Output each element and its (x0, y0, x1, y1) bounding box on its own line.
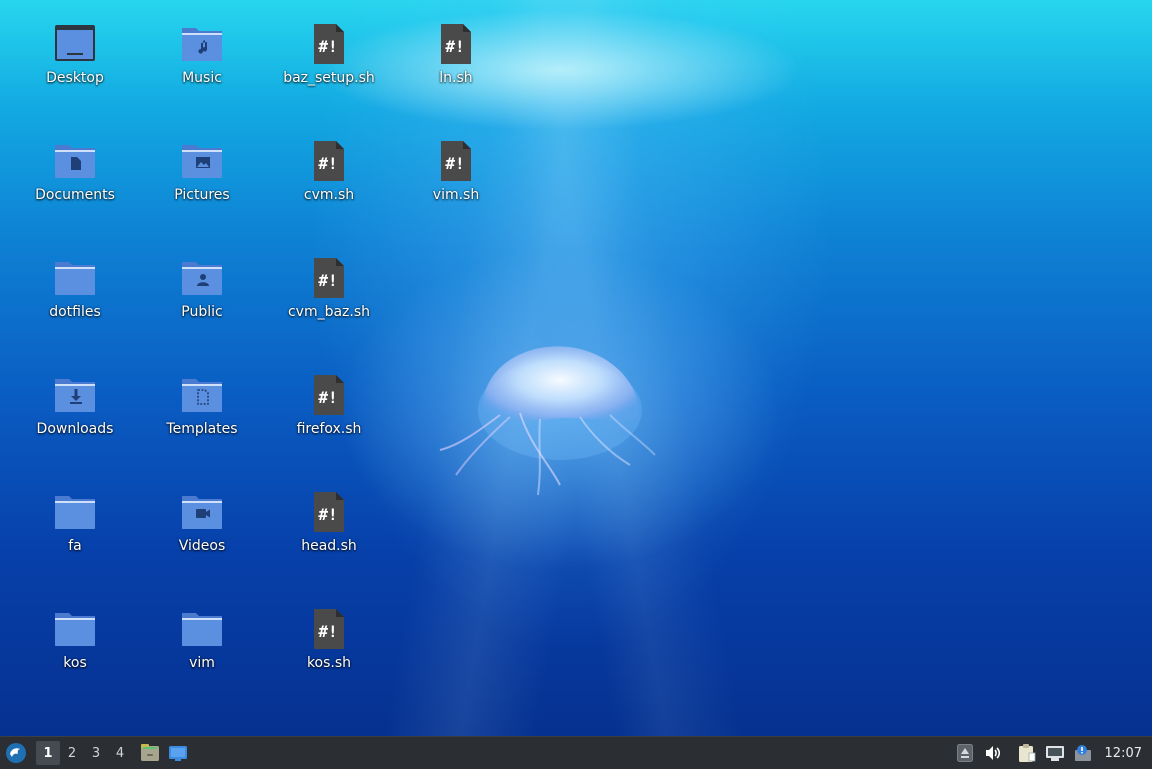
workspace-2-button[interactable]: 2 (60, 741, 84, 765)
desktop-icon[interactable]: #! cvm.sh (274, 139, 384, 239)
shell-script-icon: #! (434, 139, 478, 183)
desktop-icon-label: dotfiles (49, 304, 101, 320)
desktop-icon-label: Desktop (46, 70, 104, 86)
downloads-folder-icon (53, 373, 97, 417)
desktop-icon-label: Documents (35, 187, 115, 203)
workspace-3-button[interactable]: 3 (84, 741, 108, 765)
eject-icon (956, 744, 973, 762)
desktop-folder-icon (53, 22, 97, 66)
folder-icon (53, 256, 97, 300)
desktop-icon[interactable]: #! baz_setup.sh (274, 22, 384, 122)
show-desktop-icon (169, 746, 187, 761)
system-tray: 12:07 (951, 737, 1152, 769)
desktop-icon[interactable]: fa (20, 490, 130, 590)
jellyfish-wallpaper-image (439, 346, 656, 496)
svg-text:#!: #! (318, 154, 337, 173)
svg-text:#!: #! (445, 37, 464, 56)
pictures-folder-icon (180, 139, 224, 183)
show-desktop-button[interactable] (164, 739, 192, 767)
desktop-icon[interactable]: #! vim.sh (401, 139, 511, 239)
videos-folder-icon (180, 490, 224, 534)
desktop-icon[interactable]: vim (147, 607, 257, 707)
svg-text:#!: #! (318, 622, 337, 641)
network-icon (1045, 746, 1064, 761)
shell-script-icon: #! (307, 373, 351, 417)
eject-button[interactable] (951, 739, 979, 767)
desktop-icon[interactable]: kos (20, 607, 130, 707)
notification-icon (1074, 745, 1091, 761)
desktop-icon-label: head.sh (301, 538, 357, 554)
volume-icon (985, 746, 1000, 760)
desktop-icon[interactable]: #! kos.sh (274, 607, 384, 707)
bottom-panel: 1 2 3 4 12:07 (0, 736, 1152, 769)
desktop-icon[interactable]: Documents (20, 139, 130, 239)
svg-text:#!: #! (318, 505, 337, 524)
file-manager-launcher[interactable] (136, 739, 164, 767)
desktop-icon[interactable]: Pictures (147, 139, 257, 239)
desktop-icon-label: kos (63, 655, 87, 671)
folder-icon (180, 607, 224, 651)
desktop-icon-label: cvm_baz.sh (287, 304, 371, 320)
shell-script-icon: #! (307, 256, 351, 300)
desktop-icon[interactable]: Desktop (20, 22, 130, 122)
shell-script-icon: #! (307, 607, 351, 651)
shell-script-icon: #! (307, 139, 351, 183)
desktop-icon-label: Videos (178, 538, 226, 554)
desktop-icon[interactable]: #! firefox.sh (274, 373, 384, 473)
svg-text:#!: #! (318, 271, 337, 290)
whisker-menu-button[interactable] (0, 737, 32, 769)
desktop-icon[interactable]: Public (147, 256, 257, 356)
workspace-4-button[interactable]: 4 (108, 741, 132, 765)
desktop-icon-label: vim (189, 655, 215, 671)
desktop-icon-label: Downloads (36, 421, 114, 437)
whisker-menu-icon (6, 743, 26, 763)
svg-text:#!: #! (318, 37, 337, 56)
desktop-icon-label: ln.sh (439, 70, 473, 86)
notification-button[interactable] (1069, 739, 1097, 767)
clipboard-icon (1018, 744, 1035, 762)
desktop-icon-label: Public (181, 304, 223, 320)
desktop-icon[interactable]: #! cvm_baz.sh (274, 256, 384, 356)
desktop-icon-label: fa (68, 538, 82, 554)
workspace-1-button[interactable]: 1 (36, 741, 60, 765)
file-manager-icon (141, 744, 159, 761)
desktop-icon-label: kos.sh (306, 655, 352, 671)
svg-text:#!: #! (318, 388, 337, 407)
network-button[interactable] (1041, 739, 1069, 767)
clipboard-button[interactable] (1013, 739, 1041, 767)
desktop-icon[interactable]: Templates (147, 373, 257, 473)
clock[interactable]: 12:07 (1097, 746, 1152, 761)
music-folder-icon (180, 22, 224, 66)
desktop-icon[interactable]: Videos (147, 490, 257, 590)
desktop-icon-label: Music (182, 70, 222, 86)
desktop-icon[interactable]: #! head.sh (274, 490, 384, 590)
desktop-icon-label: firefox.sh (296, 421, 362, 437)
folder-icon (53, 490, 97, 534)
templates-folder-icon (180, 373, 224, 417)
folder-icon (53, 607, 97, 651)
public-folder-icon (180, 256, 224, 300)
desktop-icon[interactable]: #! ln.sh (401, 22, 511, 122)
desktop-icon[interactable]: Downloads (20, 373, 130, 473)
documents-folder-icon (53, 139, 97, 183)
desktop-icon-label: vim.sh (432, 187, 480, 203)
shell-script-icon: #! (307, 490, 351, 534)
desktop-icon-label: Templates (166, 421, 238, 437)
shell-script-icon: #! (307, 22, 351, 66)
shell-script-icon: #! (434, 22, 478, 66)
volume-button[interactable] (979, 739, 1007, 767)
desktop-icon[interactable]: Music (147, 22, 257, 122)
desktop-icon-label: Pictures (174, 187, 230, 203)
svg-text:#!: #! (445, 154, 464, 173)
desktop-icon-label: cvm.sh (303, 187, 355, 203)
desktop-icon[interactable]: dotfiles (20, 256, 130, 356)
desktop-icon-label: baz_setup.sh (283, 70, 375, 86)
